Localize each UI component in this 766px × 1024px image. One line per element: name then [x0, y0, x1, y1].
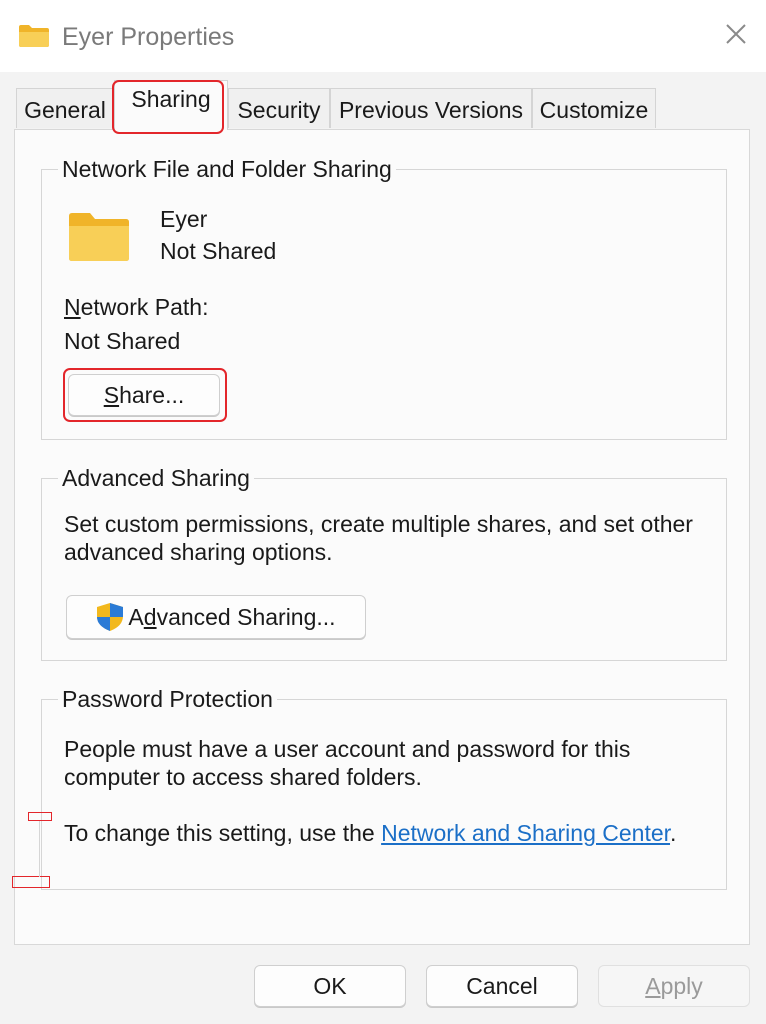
- sharing-panel: Network File and Folder Sharing Eyer Not…: [14, 129, 750, 945]
- password-change-suffix: .: [670, 820, 677, 846]
- folder-share-status: Not Shared: [160, 238, 277, 264]
- uac-shield-icon: [96, 602, 124, 632]
- apply-button-accel: A: [645, 972, 661, 999]
- share-button-accel: S: [103, 381, 120, 408]
- network-path-label: Network Path:: [64, 292, 208, 322]
- advanced-sharing-description-line1: Set custom permissions, create multiple …: [64, 511, 693, 537]
- password-protection-line1: People must have a user account and pass…: [64, 736, 631, 762]
- folder-icon: [68, 212, 130, 267]
- advanced-sharing-button-label: vanced Sharing...: [156, 603, 336, 630]
- properties-dialog: Eyer Properties General Sharing Security…: [0, 0, 766, 1024]
- network-path-value: Not Shared: [64, 328, 181, 354]
- network-sharing-group: Network File and Folder Sharing Eyer Not…: [41, 152, 727, 440]
- network-sharing-group-label: Network File and Folder Sharing: [58, 152, 396, 186]
- folder-icon: [18, 24, 50, 53]
- network-sharing-center-link[interactable]: Network and Sharing Center: [381, 820, 670, 846]
- advanced-sharing-group-label: Advanced Sharing: [58, 461, 254, 495]
- tab-security[interactable]: Security: [228, 88, 330, 128]
- close-button[interactable]: [714, 16, 758, 56]
- password-change-prefix: To change this setting, use the: [64, 820, 382, 846]
- tab-customize[interactable]: Customize: [532, 88, 656, 128]
- advanced-sharing-button[interactable]: Ad vanced Sharing...: [66, 595, 366, 639]
- tab-previous-versions[interactable]: Previous Versions: [330, 88, 532, 128]
- advanced-sharing-description-line2: advanced sharing options.: [64, 539, 333, 565]
- share-button[interactable]: Share...: [68, 374, 220, 416]
- tab-general[interactable]: General: [16, 88, 114, 128]
- advanced-sharing-button-pre: A: [128, 603, 144, 630]
- annotation-connector: [39, 821, 40, 877]
- folder-name: Eyer: [160, 206, 208, 232]
- password-change-text: To change this setting, use the Network …: [64, 818, 676, 848]
- apply-button[interactable]: Apply: [598, 965, 750, 1007]
- advanced-sharing-button-accel: d: [143, 603, 157, 630]
- ok-button[interactable]: OK: [254, 965, 406, 1007]
- advanced-sharing-group: Advanced Sharing Set custom permissions,…: [41, 461, 727, 661]
- network-path-label-accel: N: [64, 294, 81, 320]
- tab-sharing[interactable]: Sharing: [114, 80, 228, 130]
- password-protection-group: Password Protection People must have a u…: [41, 682, 727, 890]
- share-button-label: hare...: [119, 381, 185, 408]
- password-protection-line2: computer to access shared folders.: [64, 764, 422, 790]
- network-path-label-rest: etwork Path:: [80, 294, 209, 320]
- close-icon: [725, 23, 747, 50]
- window-title: Eyer Properties: [62, 23, 235, 51]
- title-bar[interactable]: Eyer Properties: [0, 0, 766, 72]
- cancel-button[interactable]: Cancel: [426, 965, 578, 1007]
- password-protection-group-label: Password Protection: [58, 682, 277, 716]
- apply-button-label: pply: [660, 972, 703, 999]
